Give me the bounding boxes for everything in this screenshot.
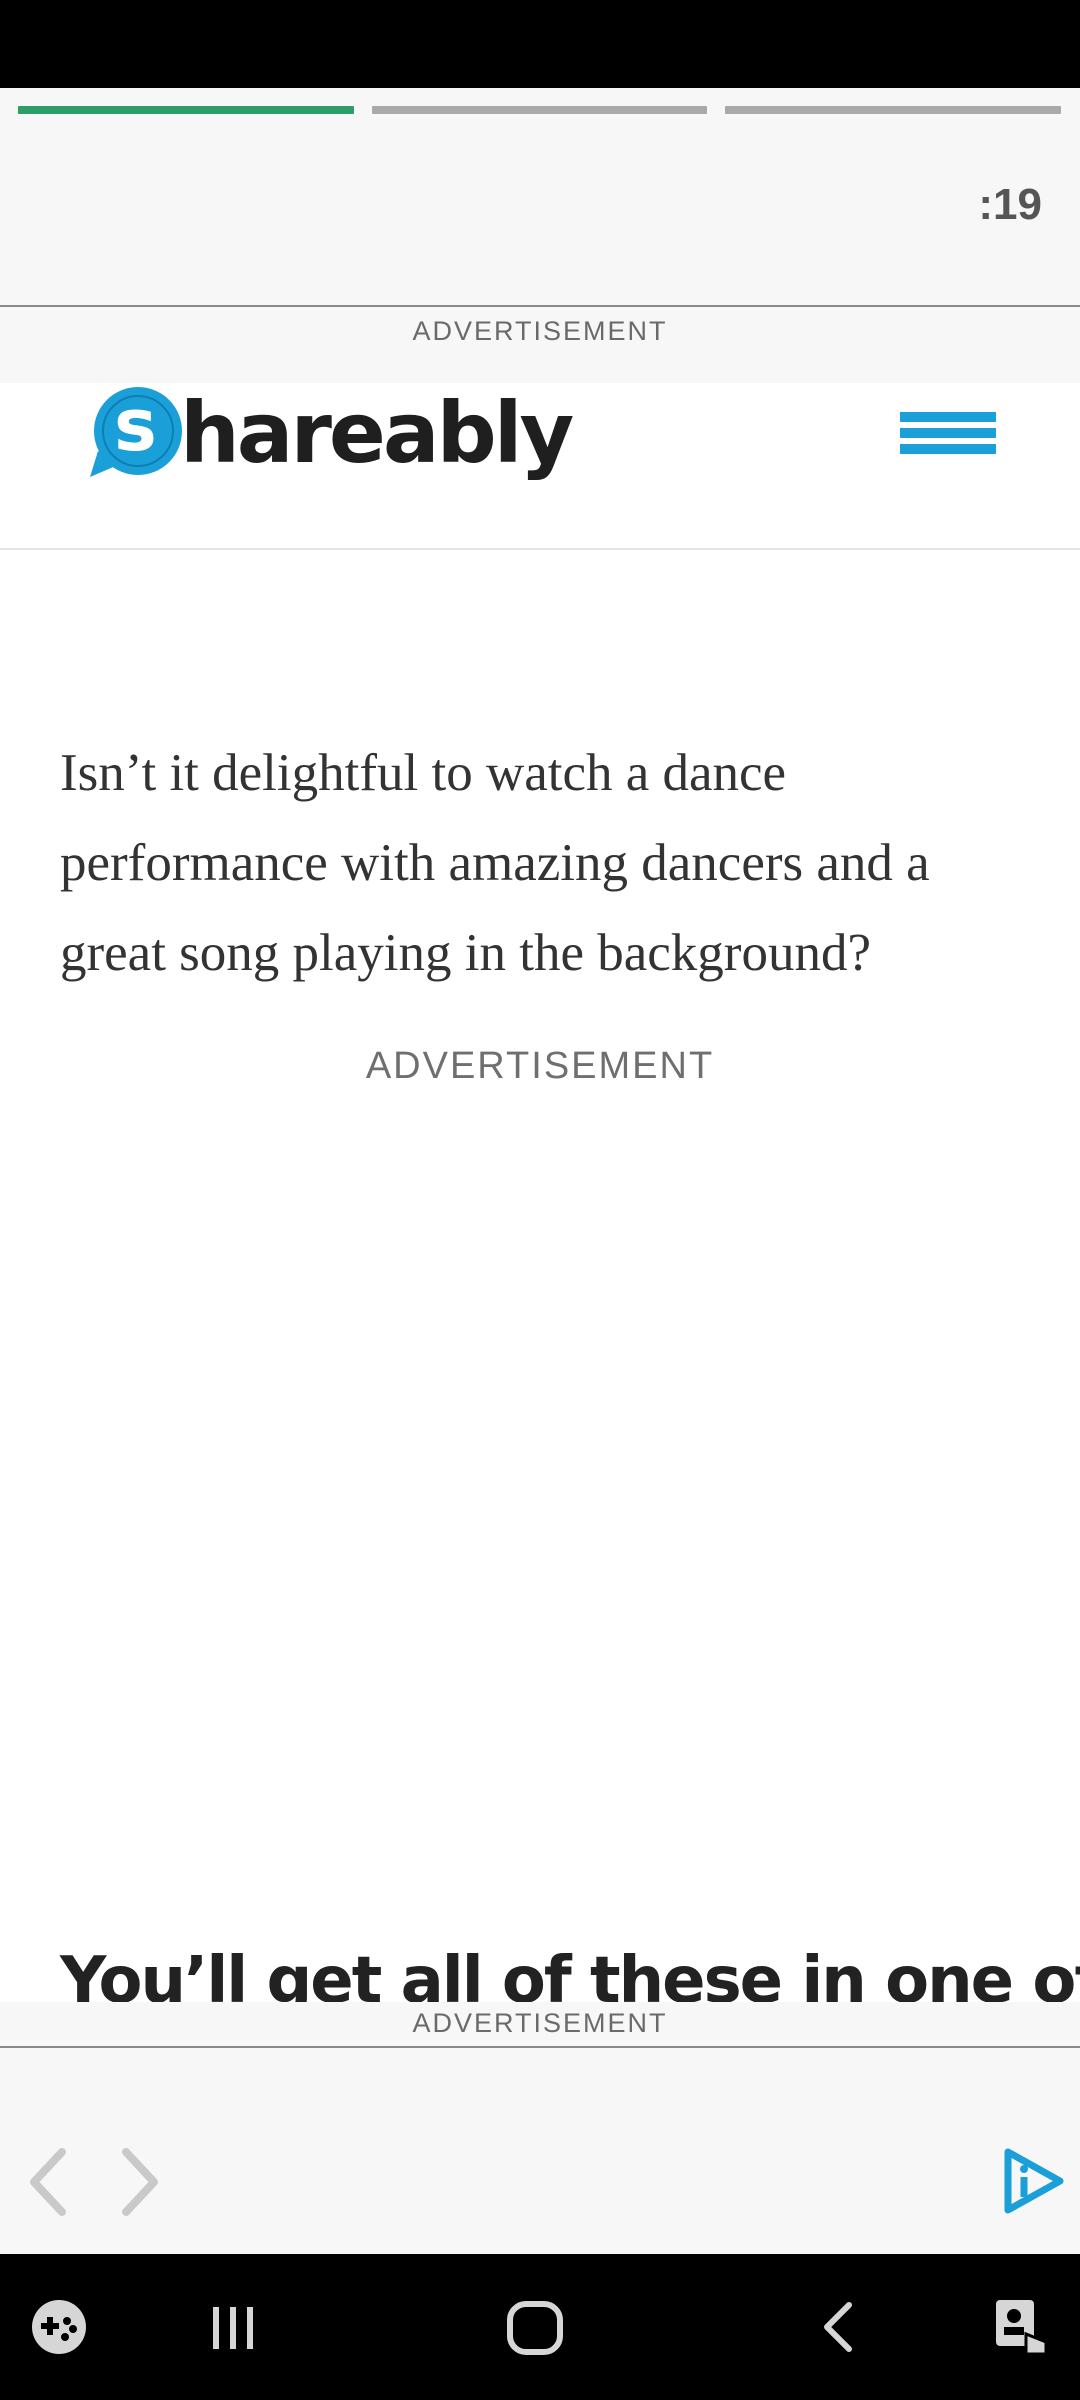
speech-bubble-icon: s: [88, 385, 184, 481]
back-icon[interactable]: [808, 2282, 868, 2372]
logo-letter: s: [114, 383, 157, 467]
story-progress-segment: [372, 106, 707, 114]
adchoices-icon[interactable]: [1000, 2146, 1066, 2216]
game-launcher-icon[interactable]: [28, 2282, 90, 2372]
next-arrow-button[interactable]: [108, 2142, 168, 2222]
article-headline: You’ll get all of these in one of: [60, 1944, 1080, 2002]
menu-bar-line: [900, 428, 996, 438]
top-ad-panel[interactable]: :19 ADVERTISEMENT: [0, 88, 1080, 383]
recents-icon[interactable]: [200, 2282, 266, 2372]
menu-bar-line: [900, 444, 996, 454]
story-progress-segment: [18, 106, 354, 114]
headline-container: You’ll get all of these in one of: [0, 1930, 1080, 2002]
site-header: s hareably: [0, 383, 1080, 550]
advertisement-label: ADVERTISEMENT: [412, 2008, 668, 2038]
system-navigation-bar: [0, 2254, 1080, 2400]
advertisement-label: ADVERTISEMENT: [365, 1045, 715, 1087]
menu-bar-line: [900, 412, 996, 422]
divider: [0, 305, 1080, 307]
story-progress-segment: [725, 106, 1061, 114]
hamburger-menu-button[interactable]: [900, 398, 996, 468]
status-bar: [0, 0, 1080, 88]
logo-wordmark: hareably: [180, 384, 574, 482]
article-paragraph: Isn’t it delightful to watch a dance per…: [60, 744, 930, 982]
home-icon[interactable]: [502, 2282, 568, 2372]
ad-countdown-timer: :19: [978, 180, 1042, 229]
accessibility-icon[interactable]: [986, 2282, 1056, 2372]
prev-arrow-button[interactable]: [20, 2142, 80, 2222]
shareably-logo[interactable]: s hareably: [88, 383, 574, 483]
divider: [0, 2046, 1080, 2048]
bottom-ad-panel[interactable]: ADVERTISEMENT: [0, 2002, 1080, 2254]
advertisement-label: ADVERTISEMENT: [412, 316, 668, 346]
